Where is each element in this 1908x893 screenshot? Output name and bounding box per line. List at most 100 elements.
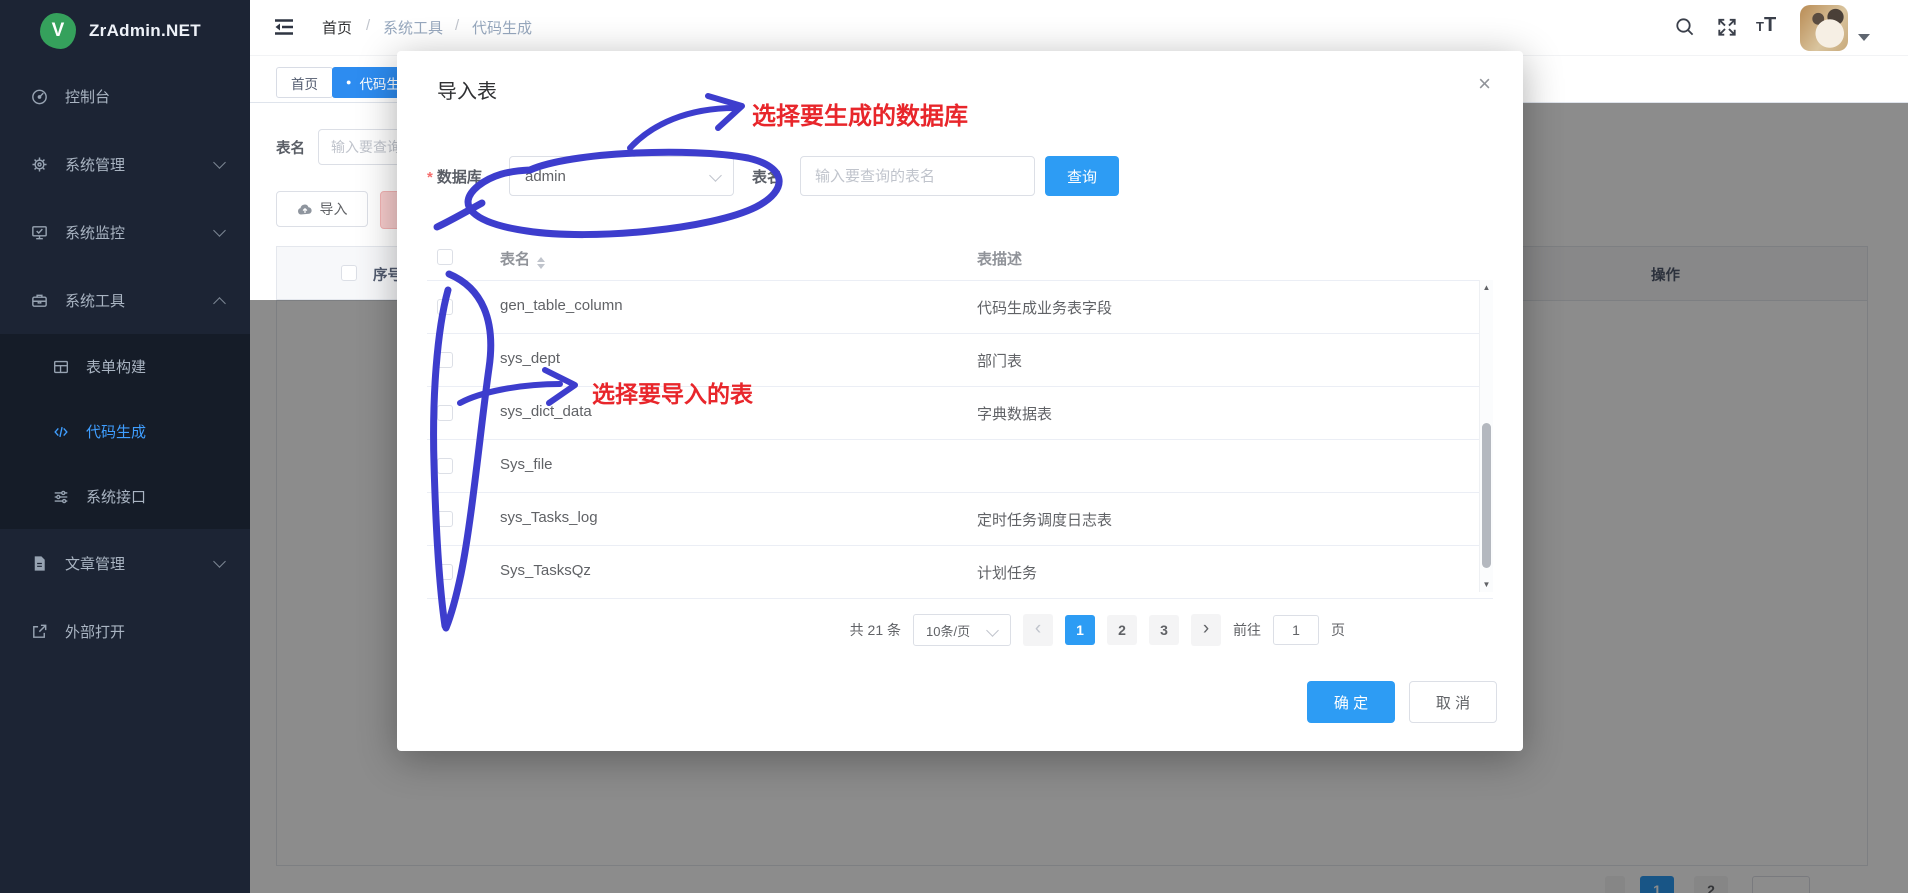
scroll-down-icon[interactable]: ▼ [1480, 580, 1493, 589]
page-button-3[interactable]: 3 [1149, 615, 1179, 645]
page-button-1[interactable]: 1 [1065, 615, 1095, 645]
table-name-cell: Sys_file [500, 456, 553, 473]
search-button[interactable]: 查询 [1045, 156, 1119, 196]
brand-title: ZrAdmin.NET [89, 21, 201, 40]
user-avatar[interactable] [1800, 5, 1848, 51]
breadcrumb-separator: / [366, 17, 371, 34]
dialog-pagination: 共 21 条 10条/页 ‹ 1 2 3 › 前往 页 [397, 612, 1523, 648]
sidebar-item-external-open[interactable]: 外部打开 [0, 597, 250, 665]
table-name-cell: gen_table_column [500, 297, 623, 314]
row-checkbox[interactable] [437, 352, 453, 368]
goto-label: 前往 [1233, 622, 1261, 638]
table-desc-cell: 代码生成业务表字段 [977, 300, 1113, 317]
select-all-checkbox[interactable] [341, 265, 357, 281]
row-checkbox[interactable] [437, 564, 453, 580]
page-size-value: 10条/页 [926, 623, 971, 639]
sidebar-item-label: 代码生成 [86, 424, 147, 441]
topbar: 首页 / 系统工具 / 代码生成 TT [250, 0, 1908, 55]
sidebar-item-system-management[interactable]: 系统管理 [0, 130, 250, 198]
column-header-table-desc: 表描述 [977, 251, 1023, 268]
brand-header[interactable]: V ZrAdmin.NET [0, 0, 250, 62]
tab-label: 首页 [291, 76, 318, 92]
chevron-up-icon [213, 297, 226, 310]
table-name-cell: sys_dict_data [500, 403, 592, 420]
sidebar-item-system-tools[interactable]: 系统工具 [0, 266, 250, 334]
table-row[interactable]: sys_dept 部门表 [427, 334, 1493, 387]
font-size-icon[interactable]: TT [1756, 14, 1776, 37]
required-mark: * [427, 169, 433, 186]
toolbox-icon [30, 291, 49, 310]
table-row[interactable]: Sys_TasksQz 计划任务 [427, 546, 1493, 599]
page-size-select[interactable]: 10条/页 [913, 614, 1011, 646]
breadcrumb-separator: / [455, 17, 460, 34]
table-name-label: 表名 [752, 169, 783, 186]
sidebar-item-label: 外部打开 [65, 623, 126, 641]
import-button[interactable]: 导入 [276, 191, 368, 227]
column-header-table-name[interactable]: 表名 [500, 248, 546, 269]
sidebar-item-label: 系统管理 [65, 156, 126, 174]
table-name-cell: Sys_TasksQz [500, 562, 591, 579]
dialog-title: 导入表 [437, 81, 497, 103]
pagination-total: 共 21 条 [849, 622, 901, 638]
import-table-dialog: 导入表 × *数据库 admin 表名 查询 表名 表描述 gen_table_… [397, 51, 1523, 751]
goto-page-input[interactable] [1273, 615, 1319, 645]
user-menu-caret-icon[interactable] [1858, 34, 1870, 41]
row-checkbox[interactable] [437, 299, 453, 315]
search-icon[interactable] [1674, 16, 1696, 38]
sidebar-item-system-api[interactable]: 系统接口 [0, 464, 250, 529]
table-desc-cell: 定时任务调度日志表 [977, 512, 1113, 529]
list-header-row: 表名 表描述 [427, 235, 1493, 281]
confirm-button[interactable]: 确 定 [1307, 681, 1395, 723]
database-select-value: admin [525, 167, 566, 185]
table-name-filter-label: 表名 [276, 141, 305, 157]
sidebar-item-label: 文章管理 [65, 555, 126, 573]
document-icon [30, 554, 49, 573]
sidebar-item-form-builder[interactable]: 表单构建 [0, 334, 250, 399]
close-icon[interactable]: × [1478, 73, 1491, 95]
sliders-icon [52, 488, 70, 506]
table-row[interactable]: sys_dict_data 字典数据表 [427, 387, 1493, 440]
db-select-label: * 数据库 [427, 169, 482, 186]
next-page-button[interactable]: › [1191, 614, 1221, 646]
sidebar-item-dashboard[interactable]: 控制台 [0, 62, 250, 130]
tab-home[interactable]: 首页 [276, 67, 333, 98]
scrollbar-thumb[interactable] [1482, 423, 1491, 568]
breadcrumb-system-tools[interactable]: 系统工具 [383, 17, 443, 38]
cancel-button[interactable]: 取 消 [1409, 681, 1497, 723]
sidebar-item-label: 表单构建 [86, 359, 147, 376]
sidebar-collapse-icon[interactable] [272, 15, 296, 39]
sidebar-item-system-monitor[interactable]: 系统监控 [0, 198, 250, 266]
row-checkbox[interactable] [437, 511, 453, 527]
row-checkbox[interactable] [437, 405, 453, 421]
table-name-search-input[interactable] [800, 156, 1035, 196]
select-all-checkbox[interactable] [437, 249, 453, 265]
fullscreen-icon[interactable] [1716, 16, 1738, 38]
import-button-label: 导入 [319, 201, 348, 217]
goto-suffix: 页 [1331, 622, 1345, 638]
chevron-down-icon [986, 624, 999, 637]
chevron-down-icon [709, 169, 722, 182]
database-select[interactable]: admin [509, 156, 734, 196]
table-row[interactable]: sys_Tasks_log 定时任务调度日志表 [427, 493, 1493, 546]
form-grid-icon [52, 358, 70, 376]
breadcrumb-home[interactable]: 首页 [322, 17, 352, 38]
table-desc-cell: 计划任务 [977, 565, 1038, 582]
prev-page-button[interactable]: ‹ [1023, 614, 1053, 646]
table-desc-cell: 字典数据表 [977, 406, 1053, 423]
row-checkbox[interactable] [437, 458, 453, 474]
table-row[interactable]: Sys_file [427, 440, 1493, 493]
page-button-2[interactable]: 2 [1107, 615, 1137, 645]
sidebar-item-article-management[interactable]: 文章管理 [0, 529, 250, 597]
dialog-footer: 确 定 取 消 [397, 681, 1523, 723]
active-tab-dot-icon: ● [346, 77, 352, 87]
scrollbar[interactable]: ▲ ▼ [1479, 280, 1493, 592]
sidebar-item-label: 系统工具 [65, 292, 126, 310]
import-table-list: 表名 表描述 gen_table_column 代码生成业务表字段 sys_de… [427, 235, 1493, 599]
sidebar-item-label: 系统监控 [65, 224, 126, 242]
table-name-cell: sys_Tasks_log [500, 509, 598, 526]
sidebar-item-code-generation[interactable]: 代码生成 [0, 399, 250, 464]
scroll-up-icon[interactable]: ▲ [1480, 283, 1493, 292]
table-row[interactable]: gen_table_column 代码生成业务表字段 [427, 281, 1493, 334]
sidebar: V ZrAdmin.NET 控制台 系统管理 系统监控 系统工具 表单构建 代码… [0, 0, 250, 893]
sort-icon[interactable] [537, 257, 546, 269]
